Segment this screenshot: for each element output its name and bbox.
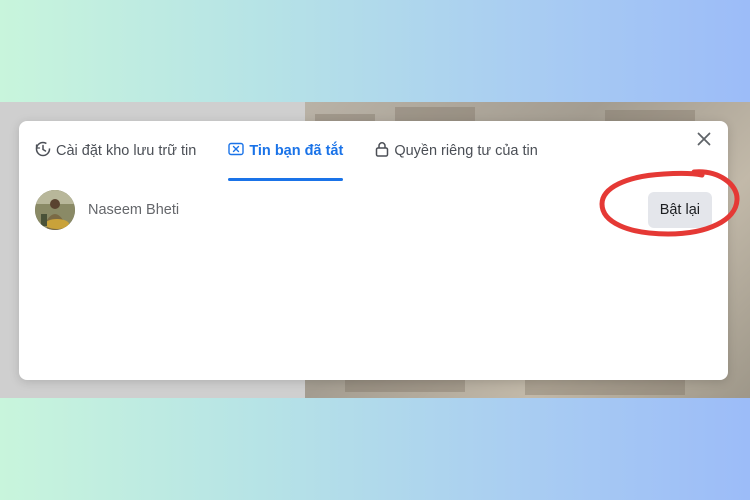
close-button[interactable]: [692, 129, 716, 153]
story-settings-dialog: Cài đặt kho lưu trữ tin Tin bạn đã tắt Q…: [19, 121, 728, 380]
tab-archive-settings[interactable]: Cài đặt kho lưu trữ tin: [19, 121, 212, 181]
clock-archive-icon: [35, 141, 51, 161]
list-item: Naseem Bheti Bật lại: [35, 188, 712, 232]
lock-icon: [375, 141, 389, 161]
unmute-button[interactable]: Bật lại: [647, 192, 712, 228]
muted-user-name[interactable]: Naseem Bheti: [88, 202, 179, 218]
muted-x-icon: [228, 142, 245, 160]
tab-story-privacy-label: Quyền riêng tư của tin: [394, 143, 538, 159]
avatar[interactable]: [35, 190, 75, 230]
tab-bar: Cài đặt kho lưu trữ tin Tin bạn đã tắt Q…: [19, 121, 680, 181]
close-icon: [697, 132, 711, 151]
tab-archive-settings-label: Cài đặt kho lưu trữ tin: [56, 143, 197, 159]
tab-muted-stories[interactable]: Tin bạn đã tắt: [212, 121, 359, 181]
tab-muted-stories-label: Tin bạn đã tắt: [249, 143, 344, 159]
tab-story-privacy[interactable]: Quyền riêng tư của tin: [359, 121, 554, 181]
